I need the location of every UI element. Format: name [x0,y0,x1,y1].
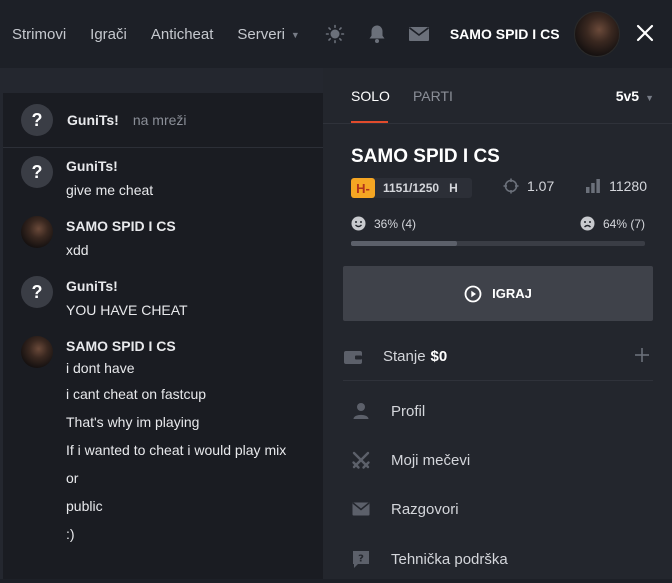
crossed-swords-icon [351,450,371,470]
message-text: give me cheat [66,182,154,198]
bell-icon[interactable] [366,23,388,45]
menu-item-profil[interactable]: Profil [351,387,651,435]
elo-value: 1151/1250 [383,181,440,195]
tab-solo[interactable]: SOLO [351,88,390,104]
kd-stat: 1.07 [503,178,554,194]
left-scroll-edge [0,68,3,579]
kd-value: 1.07 [527,178,555,194]
add-funds-plus-icon[interactable] [633,346,653,366]
play-icon [464,285,482,302]
user-avatar [21,336,53,368]
nav-serveri[interactable]: Serveri ▼ [237,26,299,43]
balance-row: Stanje $0 [343,333,653,381]
mode-select[interactable]: 5v5 ▼ [616,88,654,104]
question-avatar: ? [21,276,53,308]
chat-message: SAMO SPID I CS xdd [21,216,176,260]
question-avatar: ? [21,156,53,188]
message-author: GuniTs! [66,158,118,174]
bar-chart-icon [586,179,600,193]
svg-text:?: ? [358,554,364,565]
chevron-down-icon: ▼ [290,29,300,40]
crosshair-icon [503,178,519,194]
message-author: GuniTs! [66,278,118,294]
losses-value: 64% (7) [602,216,645,231]
nav-igraci[interactable]: Igrači [90,26,127,43]
message-text: YOU HAVE CHEAT [66,302,188,318]
mode-tabs: SOLO PARTI 5v5 ▼ [323,68,672,124]
chat-header: ? GuniTs! na mreži [0,93,323,148]
menu-item-moji-mecevi[interactable]: Moji mečevi [351,436,651,484]
menu-item-tehnicka-podrska[interactable]: ? Tehnička podrška [351,535,651,583]
wins: 36% (4) [351,216,416,231]
losses: 64% (7) [580,216,645,231]
user-avatar[interactable] [573,11,620,57]
close-icon[interactable] [634,22,656,44]
play-label: IGRAJ [492,286,532,301]
help-chat-icon: ? [351,549,371,569]
level-badge: H- [351,178,375,198]
message-text: public [66,498,103,514]
user-avatar [21,216,53,248]
message-text: i cant cheat on fastcup [66,386,207,402]
theme-toggle-sun-icon[interactable] [324,23,346,45]
message-text: If i wanted to cheat i would play mix [66,442,287,458]
tab-parti[interactable]: PARTI [413,88,453,104]
nav-anticheat[interactable]: Anticheat [151,26,214,43]
message-text: That's why im playing [66,414,200,430]
player-stats: H- 1151/1250 H 1.07 11280 [351,178,647,198]
header-username[interactable]: SAMO SPID I CS [450,26,560,42]
chat-message: SAMO SPID I CS i dont have i cant cheat … [21,336,286,548]
mail-icon[interactable] [408,23,430,45]
chat-message: ? GuniTs! YOU HAVE CHEAT [21,276,188,320]
games-stat: 11280 [585,178,647,194]
menu-label: Profil [391,402,426,420]
sad-face-icon [580,216,595,231]
chat-top-strip [0,68,323,93]
balance-amount: $0 [430,348,448,365]
chat-contact-name[interactable]: GuniTs! [67,112,119,128]
message-text: i dont have [66,360,135,376]
win-loss: 36% (4) 64% (7) [351,216,645,234]
question-avatar: ? [21,104,53,136]
message-text: xdd [66,242,89,258]
menu-label: Razgovori [391,500,459,518]
rank-letter: H [449,181,458,195]
message-author: SAMO SPID I CS [66,338,176,354]
happy-face-icon [351,216,366,231]
wallet-icon [343,347,363,367]
mode-value: 5v5 [615,88,640,104]
menu-label: Moji mečevi [391,451,471,469]
wins-value: 36% (4) [374,216,417,231]
chat-message: ? GuniTs! give me cheat [21,156,153,200]
elo-badge: H- 1151/1250 H [351,178,472,198]
nav-serveri-label: Serveri [237,25,285,43]
nav-strimovi[interactable]: Strimovi [12,26,66,43]
win-rate-bar [351,241,645,246]
top-navigation-bar: Strimovi Igrači Anticheat Serveri ▼ SAMO … [0,0,672,68]
chevron-down-icon: ▼ [645,93,654,103]
win-rate-fill [351,241,457,246]
chat-contact-status: na mreži [132,112,187,128]
message-text: or [66,470,79,486]
message-author: SAMO SPID I CS [66,218,176,234]
games-value: 11280 [609,178,647,194]
user-icon [351,401,371,421]
balance-label: Stanje [383,348,426,365]
mail-icon [351,499,371,519]
profile-username: SAMO SPID I CS [351,146,500,167]
chat-window: ? GuniTs! na mreži ? GuniTs! give me che… [0,68,323,579]
menu-label: Tehnička podrška [391,550,508,568]
message-text: :) [66,526,75,542]
profile-panel: SOLO PARTI 5v5 ▼ SAMO SPID I CS H- 1151/1… [323,68,672,579]
play-button[interactable]: IGRAJ [343,266,653,321]
menu-item-razgovori[interactable]: Razgovori [351,485,651,533]
active-tab-indicator [351,121,388,123]
